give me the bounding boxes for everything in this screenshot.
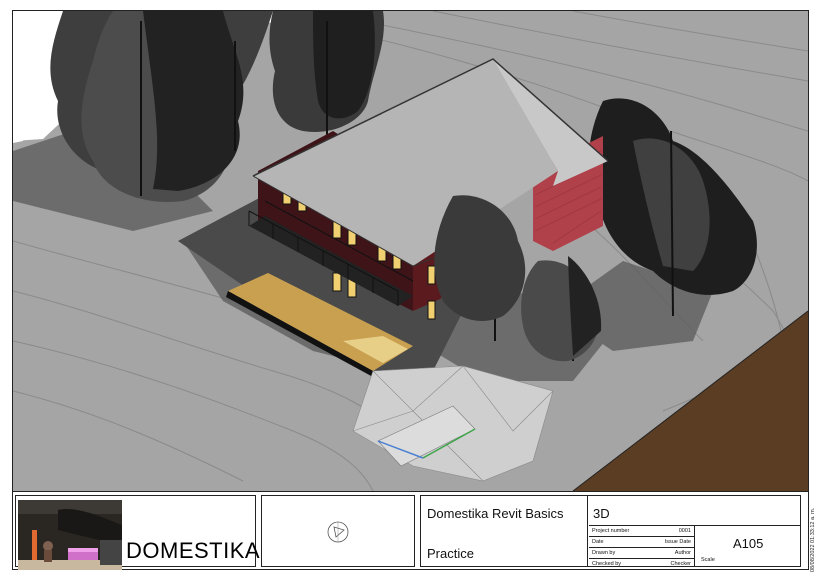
field-row-checked-by: Checked by Checker	[589, 558, 694, 569]
field-row-date: Date Issue Date	[589, 536, 694, 547]
project-info-panel: Domestika Revit Basics Practice 3D Proje…	[420, 495, 801, 567]
field-value: Checker	[670, 561, 691, 567]
north-arrow-icon	[327, 521, 349, 543]
drawing-sheet: DOMESTIKA Domestika Revit Basics Practic…	[0, 0, 820, 580]
sheet-name: 3D	[593, 506, 610, 521]
sheet-number: A105	[733, 536, 764, 551]
tree-left-dark	[143, 11, 244, 191]
sky-left-strip	[13, 111, 23, 143]
field-row-drawn-by: Drawn by Author	[589, 547, 694, 558]
scale-label: Scale	[701, 557, 715, 563]
logo-panel: DOMESTIKA	[15, 495, 260, 570]
project-name: Domestika Revit Basics	[427, 506, 564, 521]
consultant-panel	[261, 495, 415, 567]
3d-view-drawing	[13, 11, 808, 491]
project-subtitle: Practice	[427, 546, 474, 561]
logo-photo	[18, 500, 122, 570]
field-label: Checked by	[592, 561, 622, 567]
interior-render-image	[18, 500, 122, 570]
logo-text: DOMESTIKA	[126, 538, 261, 563]
divider-sheet-number	[694, 525, 695, 566]
title-block: DOMESTIKA Domestika Revit Basics Practic…	[13, 491, 808, 570]
field-row-project-number: Project number 0001	[589, 525, 694, 536]
divider-vertical	[587, 496, 588, 566]
divider-top-right	[694, 525, 800, 526]
print-timestamp: 08/08/2022 01:33:12 a. m.	[810, 507, 816, 572]
3d-view-viewport[interactable]	[13, 11, 808, 491]
